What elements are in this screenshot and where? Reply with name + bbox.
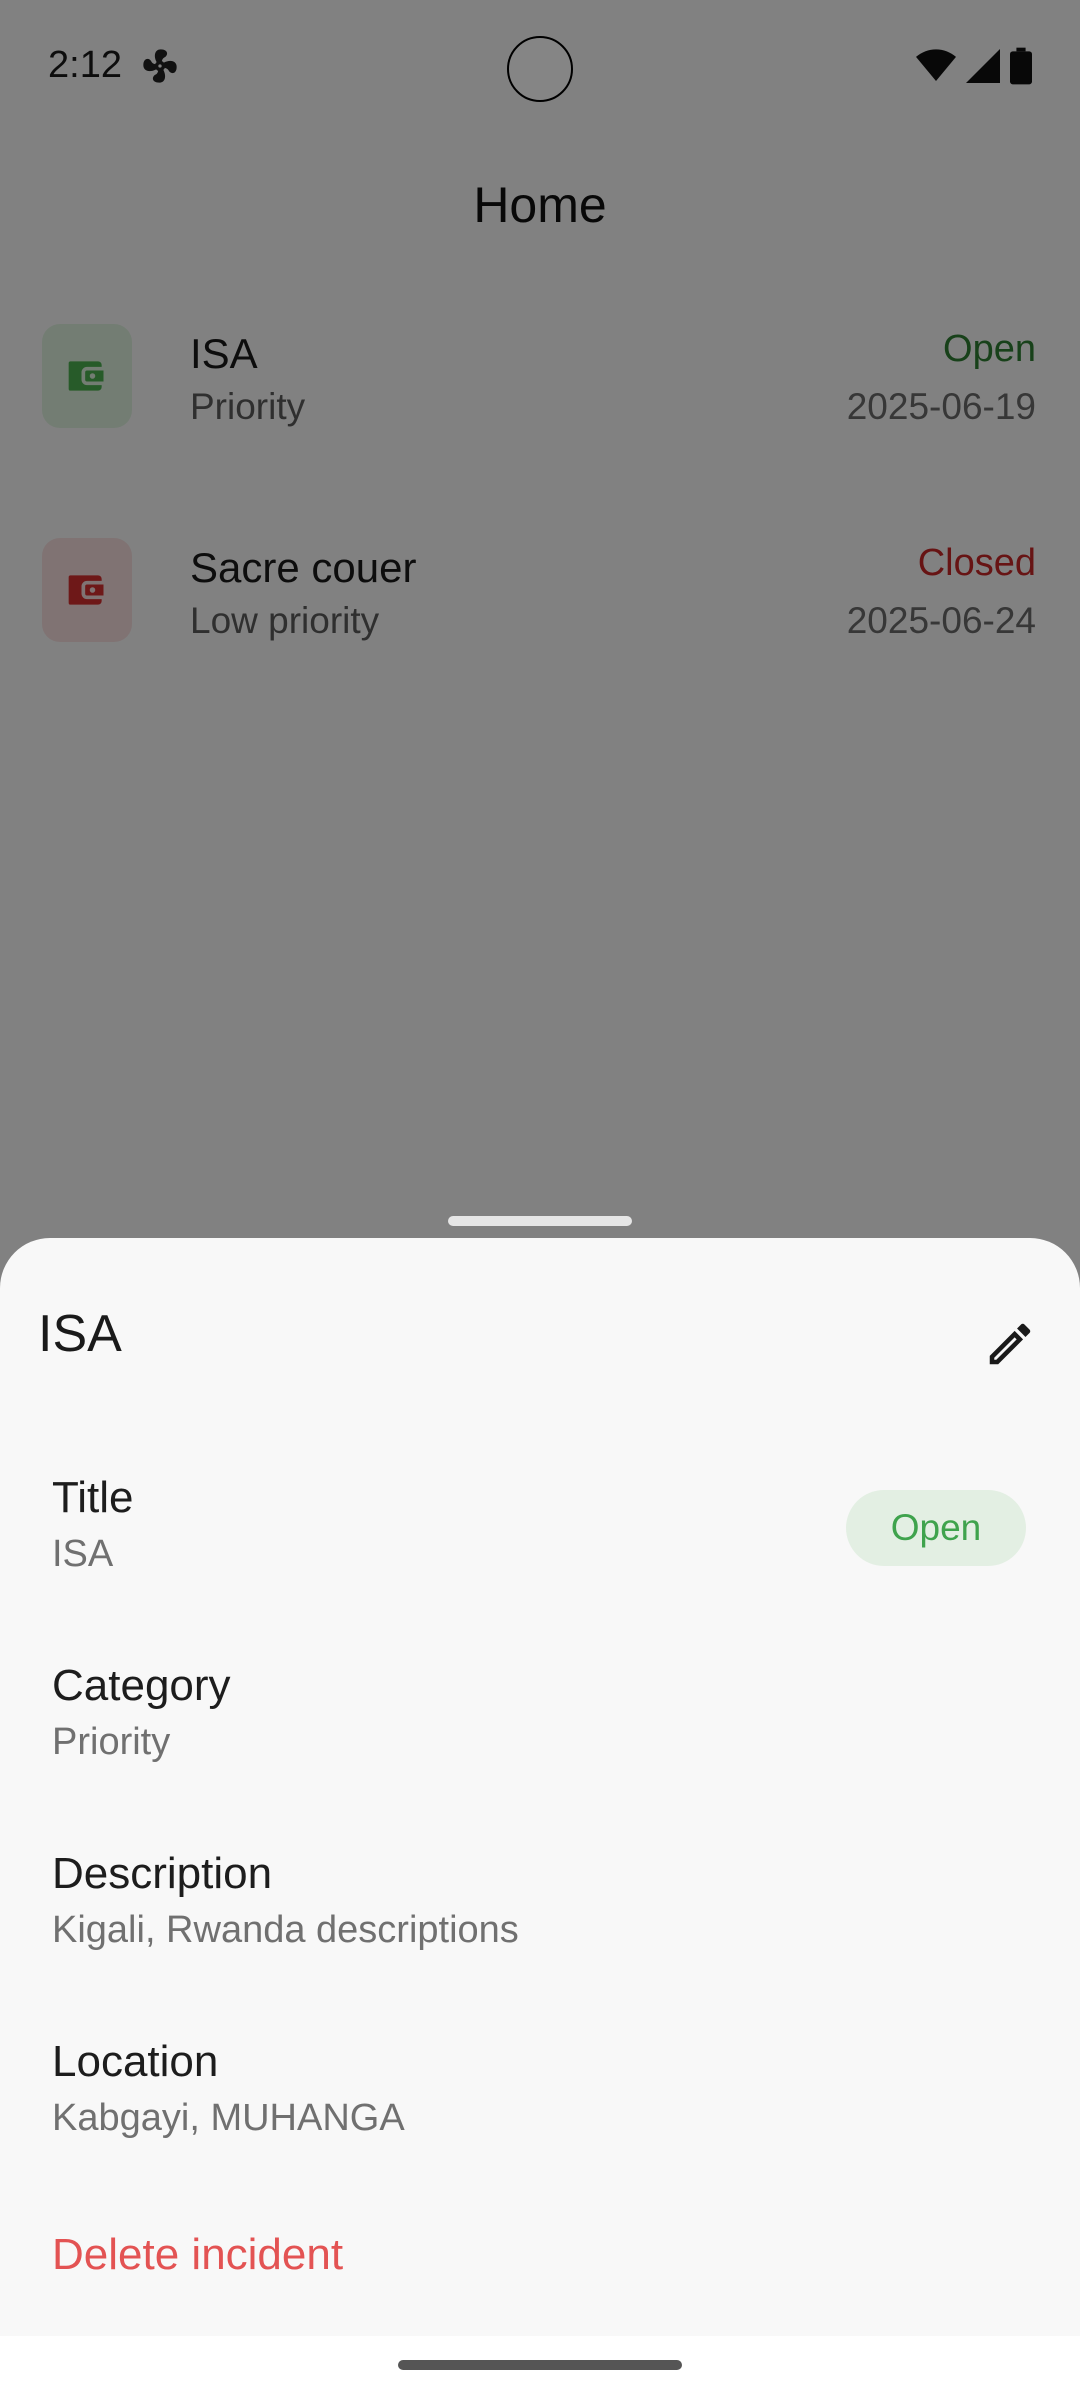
- status-badge: Open: [846, 1490, 1026, 1566]
- incident-detail-sheet: ISA Title ISA Open Category Priority Des…: [0, 1238, 1080, 2336]
- field-value: Priority: [52, 1721, 171, 1763]
- navigation-bar: [0, 2336, 1080, 2400]
- field-label: Location: [52, 2037, 219, 2086]
- delete-incident-button[interactable]: Delete incident: [52, 2230, 343, 2280]
- screen: 2:12 Home ISA Priority Open 2025-06-19 S…: [0, 0, 1080, 2400]
- field-description: Description Kigali, Rwanda descriptions: [52, 1846, 1032, 1958]
- field-location: Location Kabgayi, MUHANGA: [52, 2034, 1032, 2146]
- field-category: Category Priority: [52, 1658, 1032, 1770]
- field-value: Kabgayi, MUHANGA: [52, 2097, 405, 2139]
- field-label: Category: [52, 1661, 231, 1710]
- pencil-icon: [983, 1317, 1037, 1376]
- field-value: Kigali, Rwanda descriptions: [52, 1909, 519, 1951]
- sheet-drag-handle[interactable]: [448, 1216, 632, 1226]
- edit-button[interactable]: [970, 1306, 1050, 1386]
- sheet-title: ISA: [38, 1305, 122, 1363]
- home-gesture-handle[interactable]: [398, 2360, 682, 2370]
- field-label: Description: [52, 1849, 273, 1898]
